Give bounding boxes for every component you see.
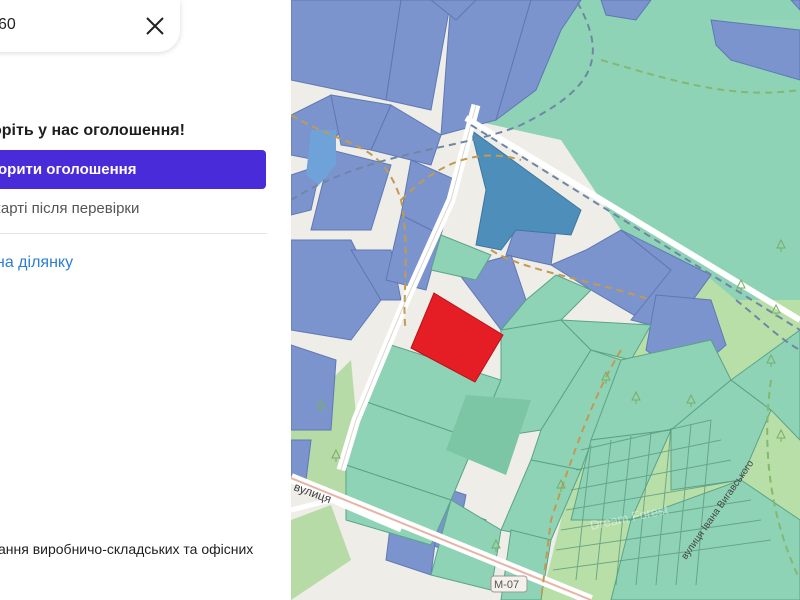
close-icon[interactable] [142,13,168,39]
side-panel: 60 оріть у нас оголошення! орити оголоше… [0,0,291,600]
promo-title: оріть у нас оголошення! [0,122,185,139]
road-label-group: М-07 [490,575,528,593]
road-label: М-07 [494,579,519,591]
map-canvas[interactable]: вулиця вулиця Івана Вигавського М-07 Dre… [291,0,800,600]
cadastral-map[interactable]: вулиця вулиця Івана Вигавського М-07 Dre… [291,0,800,600]
search-box[interactable]: 60 [0,0,180,52]
promo-note: карті після перевірки [0,200,140,217]
divider [0,233,267,234]
parcel-link[interactable]: на ділянку [0,254,73,272]
built-parcel [291,344,337,431]
create-ad-button[interactable]: орити оголошення [0,150,266,189]
search-input[interactable]: 60 [0,16,16,34]
parcel-purpose-text: ання виробничо-складських та офісних [0,541,254,557]
